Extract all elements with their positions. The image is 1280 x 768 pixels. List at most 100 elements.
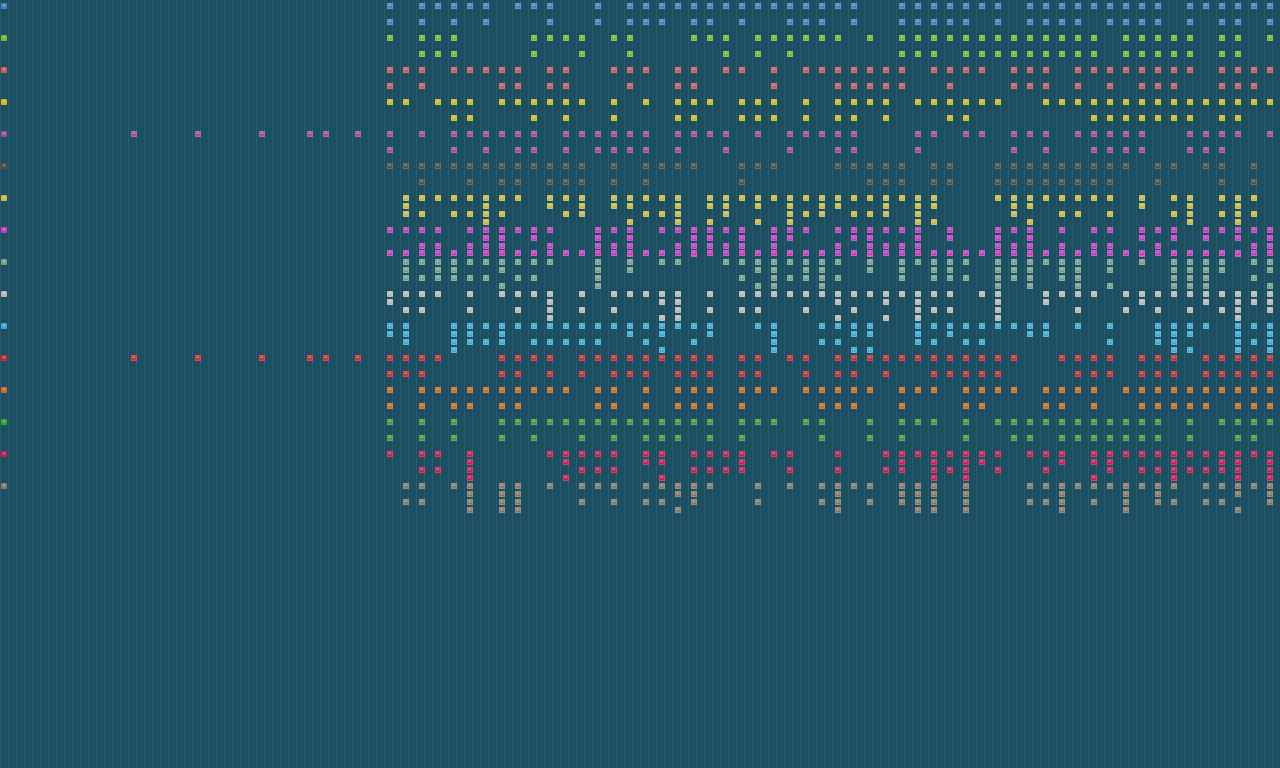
midi-note[interactable]: F0 <box>1059 459 1065 465</box>
midi-note[interactable]: F0 <box>1171 275 1177 281</box>
midi-note[interactable]: F0 <box>707 307 713 313</box>
midi-note[interactable]: F0 <box>1107 467 1113 473</box>
midi-note[interactable]: F0 <box>995 99 1001 105</box>
midi-note[interactable]: F0 <box>931 475 937 481</box>
midi-note[interactable]: F0 <box>995 323 1001 329</box>
midi-note[interactable]: F0 <box>1155 491 1161 497</box>
midi-note[interactable]: F0 <box>1235 387 1241 393</box>
midi-note[interactable]: F0 <box>739 355 745 361</box>
midi-note[interactable]: F0 <box>819 203 825 209</box>
midi-note[interactable]: F0 <box>563 211 569 217</box>
midi-note[interactable]: F0 <box>899 19 905 25</box>
midi-note[interactable]: F0 <box>1219 19 1225 25</box>
midi-note[interactable]: F0 <box>963 115 969 121</box>
midi-note[interactable]: F0 <box>1219 307 1225 313</box>
midi-note[interactable]: F0 <box>499 227 505 233</box>
midi-note[interactable]: F0 <box>515 275 521 281</box>
midi-note[interactable]: F0 <box>1043 323 1049 329</box>
midi-note[interactable]: F0 <box>1235 227 1241 233</box>
midi-note[interactable]: F0 <box>1187 307 1193 313</box>
midi-note[interactable]: F0 <box>675 315 681 321</box>
midi-note[interactable]: F0 <box>1123 491 1129 497</box>
midi-note[interactable]: F0 <box>1027 283 1033 289</box>
midi-note[interactable]: F0 <box>867 355 873 361</box>
midi-note[interactable]: F0 <box>643 19 649 25</box>
midi-note[interactable]: F0 <box>1235 307 1241 313</box>
midi-note[interactable]: F0 <box>691 419 697 425</box>
midi-note[interactable]: F0 <box>707 451 713 457</box>
midi-note[interactable]: F0 <box>1139 19 1145 25</box>
midi-note[interactable]: F0 <box>595 387 601 393</box>
midi-note[interactable]: F0 <box>467 131 473 137</box>
midi-note[interactable]: F0 <box>1107 99 1113 105</box>
midi-note[interactable]: F0 <box>707 131 713 137</box>
midi-note[interactable]: F0 <box>403 163 409 169</box>
midi-note[interactable]: F0 <box>403 499 409 505</box>
midi-note[interactable]: F0 <box>835 115 841 121</box>
midi-note[interactable]: F0 <box>867 235 873 241</box>
midi-note[interactable]: F0 <box>531 339 537 345</box>
midi-note[interactable]: F0 <box>1075 267 1081 273</box>
midi-note[interactable]: F0 <box>611 203 617 209</box>
midi-note[interactable]: F0 <box>851 83 857 89</box>
midi-note[interactable]: F0 <box>723 227 729 233</box>
midi-note[interactable]: F0 <box>675 387 681 393</box>
midi-note[interactable]: F0 <box>1251 299 1257 305</box>
midi-note[interactable]: F0 <box>611 99 617 105</box>
midi-note[interactable]: F0 <box>259 355 265 361</box>
midi-note[interactable]: F0 <box>1123 483 1129 489</box>
midi-note[interactable]: F0 <box>531 99 537 105</box>
midi-note[interactable]: F0 <box>1043 179 1049 185</box>
midi-note[interactable]: F0 <box>1267 475 1273 481</box>
midi-note[interactable]: F0 <box>723 51 729 57</box>
midi-note[interactable]: F0 <box>1123 163 1129 169</box>
midi-note[interactable]: F0 <box>1267 283 1273 289</box>
midi-note[interactable]: F0 <box>787 291 793 297</box>
midi-note[interactable]: F0 <box>387 250 393 256</box>
midi-note[interactable]: F0 <box>739 115 745 121</box>
midi-note[interactable]: F0 <box>387 299 393 305</box>
midi-note[interactable]: F0 <box>499 435 505 441</box>
midi-note[interactable]: F0 <box>1011 355 1017 361</box>
midi-note[interactable]: F0 <box>707 291 713 297</box>
midi-note[interactable]: F0 <box>403 339 409 345</box>
midi-note[interactable]: F0 <box>707 219 713 225</box>
midi-note[interactable]: F0 <box>387 227 393 233</box>
midi-note[interactable]: F0 <box>1107 243 1113 249</box>
midi-note[interactable]: F0 <box>547 291 553 297</box>
midi-note[interactable]: F0 <box>1155 179 1161 185</box>
midi-note[interactable]: F0 <box>739 250 745 256</box>
midi-note[interactable]: F0 <box>851 67 857 73</box>
midi-note[interactable]: F0 <box>691 250 697 256</box>
track-lane-label[interactable]: F0 <box>1 355 7 361</box>
midi-note[interactable]: F0 <box>579 51 585 57</box>
midi-note[interactable]: F0 <box>1219 163 1225 169</box>
midi-note[interactable]: F0 <box>771 115 777 121</box>
midi-note[interactable]: F0 <box>755 283 761 289</box>
midi-note[interactable]: F0 <box>403 67 409 73</box>
midi-note[interactable]: F0 <box>1107 459 1113 465</box>
midi-note[interactable]: F0 <box>995 371 1001 377</box>
midi-note[interactable]: F0 <box>611 435 617 441</box>
midi-note[interactable]: F0 <box>1107 323 1113 329</box>
midi-note[interactable]: F0 <box>1043 259 1049 265</box>
midi-note[interactable]: F0 <box>611 35 617 41</box>
midi-note[interactable]: F0 <box>1027 3 1033 9</box>
midi-note[interactable]: F0 <box>995 259 1001 265</box>
midi-note[interactable]: F0 <box>723 211 729 217</box>
midi-note[interactable]: F0 <box>531 259 537 265</box>
midi-note[interactable]: F0 <box>1123 35 1129 41</box>
midi-note[interactable]: F0 <box>1027 323 1033 329</box>
midi-note[interactable]: F0 <box>451 147 457 153</box>
midi-note[interactable]: F0 <box>1267 227 1273 233</box>
midi-note[interactable]: F0 <box>1171 163 1177 169</box>
midi-note[interactable]: F0 <box>1011 275 1017 281</box>
midi-note[interactable]: F0 <box>659 331 665 337</box>
midi-note[interactable]: F0 <box>1043 3 1049 9</box>
midi-note[interactable]: F0 <box>387 451 393 457</box>
midi-note[interactable]: F0 <box>1251 451 1257 457</box>
midi-note[interactable]: F0 <box>547 371 553 377</box>
midi-note[interactable]: F0 <box>403 355 409 361</box>
piano-roll-canvas[interactable]: F0 F0 F0 F0 F0 F0 F0 F0 F0 F0 F0 F0 F0 F0 F0 F0 F0 F0 F0 F… <box>0 0 1280 768</box>
midi-note[interactable]: F0 <box>419 250 425 256</box>
